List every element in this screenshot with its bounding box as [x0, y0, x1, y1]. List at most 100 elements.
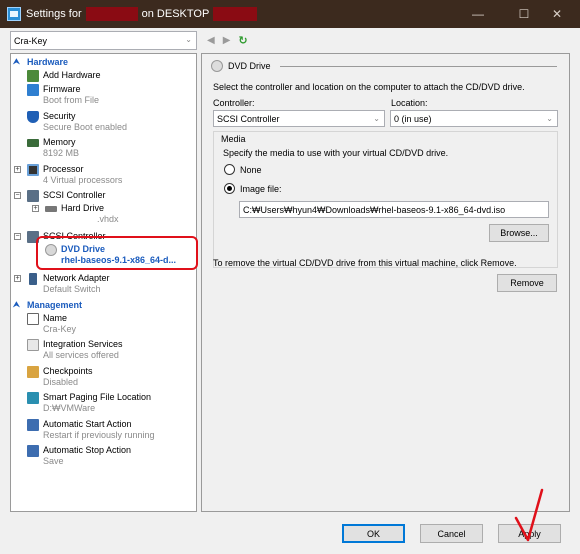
checkpoints-icon	[27, 366, 39, 378]
cancel-button-label: Cancel	[437, 528, 466, 539]
cancel-button[interactable]: Cancel	[420, 524, 483, 543]
chevron-down-icon: ⌄	[373, 114, 380, 123]
tree-item-add-hardware[interactable]: Add Hardware	[27, 70, 101, 82]
media-description: Specify the media to use with your virtu…	[223, 148, 449, 158]
panel-header: DVD Drive	[228, 61, 271, 71]
smart-paging-detail: D:₩VMWare	[43, 403, 96, 413]
section-management[interactable]: ⮝ Management	[13, 300, 82, 310]
location-label: Location:	[391, 98, 428, 108]
integration-services-label: Integration Services	[43, 339, 123, 349]
title-bar: Settings for on DESKTOP — ☐ ✕	[0, 0, 580, 28]
nav-toolbar: ◀ ▶ ↻	[201, 31, 570, 50]
window-title: Settings for on DESKTOP	[26, 7, 261, 21]
back-icon[interactable]: ◀	[207, 35, 215, 46]
browse-button[interactable]: Browse...	[489, 224, 549, 242]
vm-selector[interactable]: Cra-Key ⌄	[10, 31, 197, 50]
smart-paging-icon	[27, 392, 39, 404]
red-annotation-circle	[36, 236, 198, 270]
minimize-icon: —	[472, 7, 484, 21]
processor-icon	[27, 164, 39, 176]
tree-item-memory[interactable]: Memory 8192 MB	[27, 137, 79, 159]
left-pane: Cra-Key ⌄ ⮝ Hardware Add Hardware Firmwar…	[10, 31, 198, 512]
location-value: 0 (in use)	[394, 113, 432, 124]
memory-label: Memory	[43, 137, 76, 147]
tree-item-name[interactable]: Name Cra-Key	[27, 313, 76, 335]
intro-text: Select the controller and location on th…	[213, 82, 525, 92]
ok-button[interactable]: OK	[342, 524, 405, 543]
tree-item-auto-start[interactable]: Automatic Start Action Restart if previou…	[27, 419, 155, 441]
tree-item-scsi-controller-1[interactable]: SCSI Controller	[27, 190, 106, 202]
ok-button-label: OK	[366, 528, 380, 539]
name-detail: Cra-Key	[43, 324, 77, 334]
shield-icon	[27, 111, 39, 123]
image-file-path-input[interactable]: C:₩Users₩hyun4₩Downloads₩rhel-baseos-9.1…	[239, 201, 549, 218]
hard-drive-detail: .vhdx	[97, 214, 119, 224]
chevron-down-icon: ⌄	[546, 114, 553, 123]
settings-panel: DVD Drive Select the controller and loca…	[201, 53, 570, 512]
add-hardware-label: Add Hardware	[43, 70, 101, 80]
red-annotation-checkmark	[514, 488, 544, 542]
close-button[interactable]: ✕	[534, 0, 580, 28]
auto-start-detail: Restart if previously running	[43, 430, 155, 440]
tree-item-security[interactable]: Security Secure Boot enabled	[27, 111, 127, 133]
tree-item-checkpoints[interactable]: Checkpoints Disabled	[27, 366, 93, 388]
processor-label: Processor	[43, 164, 84, 174]
auto-stop-label: Automatic Stop Action	[43, 445, 132, 455]
integration-services-detail: All services offered	[43, 350, 119, 360]
tree-item-processor[interactable]: Processor 4 Virtual processors	[27, 164, 122, 186]
dvd-icon	[211, 60, 223, 72]
collapse-icon[interactable]: −	[14, 233, 21, 240]
controller-label: Controller:	[213, 98, 255, 108]
refresh-icon[interactable]: ↻	[238, 34, 247, 47]
auto-stop-detail: Save	[43, 456, 64, 466]
tree-item-hard-drive[interactable]: Hard Drive .vhdx	[45, 203, 119, 225]
tree-item-network-adapter[interactable]: Network Adapter Default Switch	[27, 273, 110, 295]
none-radio[interactable]	[224, 164, 235, 175]
controller-value: SCSI Controller	[217, 113, 280, 124]
expand-icon[interactable]: +	[14, 275, 21, 282]
header-divider	[280, 66, 557, 67]
section-hardware-label: Hardware	[27, 57, 69, 67]
tree-item-integration-services[interactable]: Integration Services All services offered	[27, 339, 123, 361]
firmware-detail: Boot from File	[43, 95, 100, 105]
collapse-icon[interactable]: −	[14, 192, 21, 199]
title-prefix: Settings for	[26, 7, 82, 20]
network-adapter-icon	[29, 273, 37, 285]
firmware-icon	[27, 84, 39, 96]
remove-button-label: Remove	[510, 278, 544, 288]
hardware-tree[interactable]: ⮝ Hardware Add Hardware Firmware Boot from…	[10, 53, 198, 512]
minimize-button[interactable]: —	[455, 0, 501, 28]
forward-icon[interactable]: ▶	[223, 35, 231, 46]
browse-button-label: Browse...	[500, 228, 538, 238]
image-file-label: Image file:	[240, 184, 282, 194]
expand-icon[interactable]: +	[32, 205, 39, 212]
tree-item-smart-paging[interactable]: Smart Paging File Location D:₩VMWare	[27, 392, 151, 414]
title-middle: on DESKTOP	[141, 7, 210, 20]
redacted-vm-name	[85, 7, 138, 21]
image-file-radio[interactable]	[224, 183, 235, 194]
controller-select[interactable]: SCSI Controller ⌄	[213, 110, 385, 127]
memory-detail: 8192 MB	[43, 148, 80, 158]
tree-item-firmware[interactable]: Firmware Boot from File	[27, 84, 99, 106]
checkpoints-detail: Disabled	[43, 377, 79, 387]
name-icon	[27, 313, 39, 325]
location-select[interactable]: 0 (in use) ⌄	[390, 110, 558, 127]
auto-start-label: Automatic Start Action	[43, 419, 132, 429]
remove-button[interactable]: Remove	[497, 274, 557, 292]
security-label: Security	[43, 111, 76, 121]
none-label: None	[240, 165, 262, 175]
auto-stop-icon	[27, 445, 39, 457]
close-icon: ✕	[551, 7, 563, 21]
tree-item-auto-stop[interactable]: Automatic Stop Action Save	[27, 445, 131, 467]
scsi-controller-1-label: SCSI Controller	[43, 190, 106, 200]
right-pane: ◀ ▶ ↻ DVD Drive Select the controller an…	[201, 31, 570, 512]
network-adapter-label: Network Adapter	[43, 273, 110, 283]
dialog-footer: OK Cancel Apply	[0, 488, 580, 554]
checkpoints-label: Checkpoints	[43, 366, 93, 376]
redacted-host-name	[213, 7, 258, 21]
section-hardware[interactable]: ⮝ Hardware	[13, 57, 68, 67]
collapse-icon: ⮝	[13, 300, 20, 309]
network-adapter-detail: Default Switch	[43, 284, 101, 294]
remove-instructions: To remove the virtual CD/DVD drive from …	[213, 258, 517, 268]
expand-icon[interactable]: +	[14, 166, 21, 173]
